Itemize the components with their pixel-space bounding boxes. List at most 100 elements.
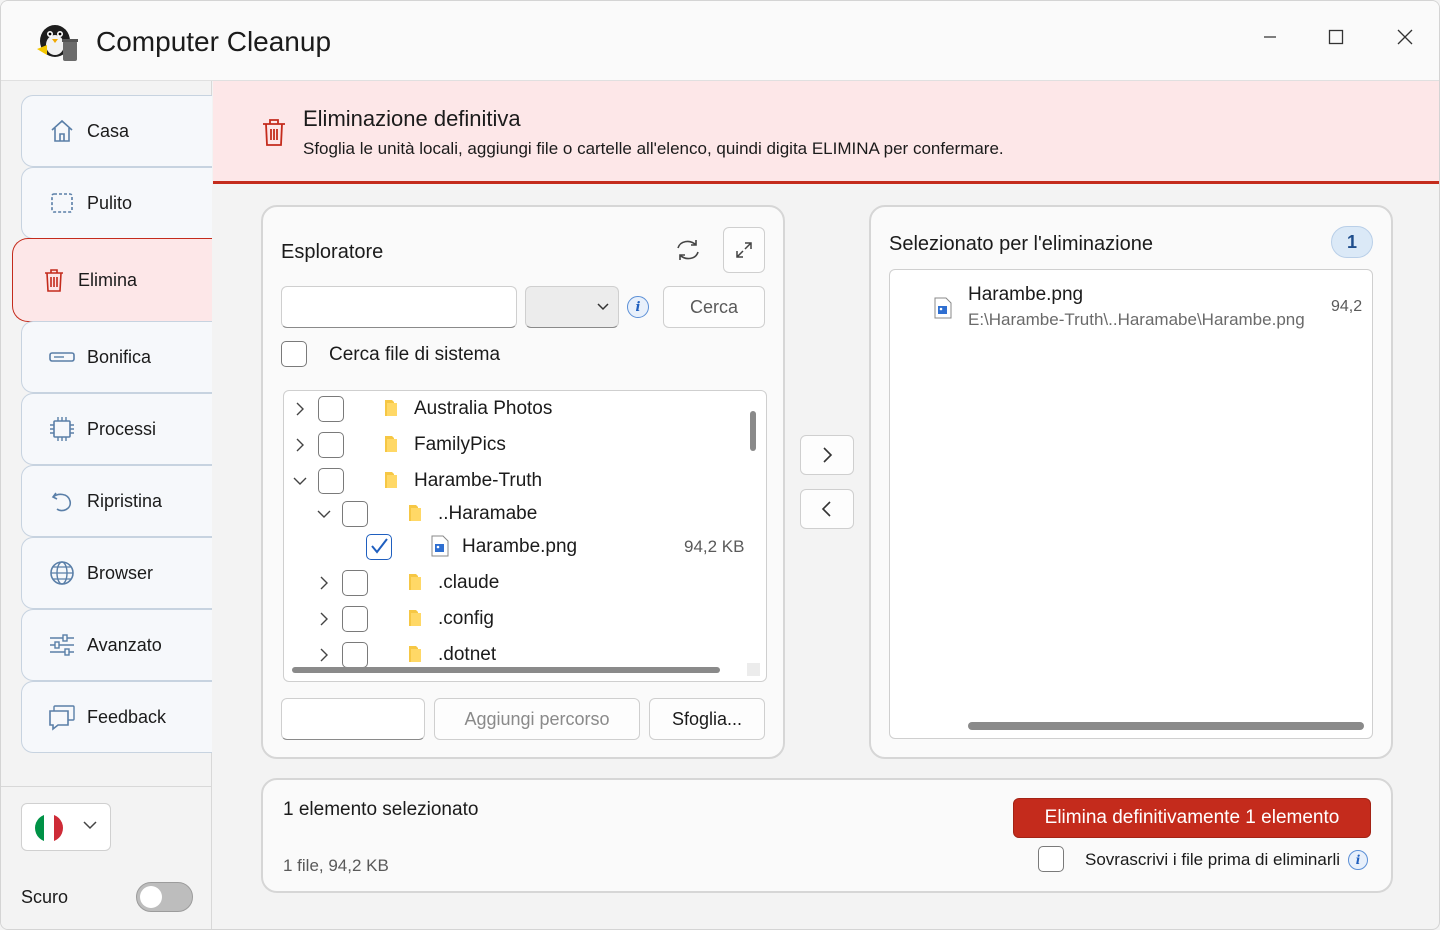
sliders-icon <box>50 634 74 656</box>
add-path-button[interactable]: Aggiungi percorso <box>434 698 640 740</box>
selected-title: Selezionato per l'eliminazione <box>889 233 1153 255</box>
image-file-icon <box>431 535 449 557</box>
remove-from-selection-button[interactable] <box>800 489 854 529</box>
drive-icon <box>49 352 75 362</box>
tree-label: Harambe.png <box>462 536 578 557</box>
sidebar-item-processi[interactable]: Processi <box>21 393 212 465</box>
page-subtitle: Sfoglia le unità locali, aggiungi file o… <box>303 139 1004 158</box>
drive-select[interactable] <box>525 286 619 328</box>
clean-icon <box>51 193 73 213</box>
dark-mode-toggle[interactable] <box>136 882 193 912</box>
selected-file-name: Harambe.png <box>968 284 1084 305</box>
tree-checkbox-checked[interactable] <box>366 534 392 560</box>
horizontal-scrollbar[interactable] <box>292 667 720 673</box>
sidebar-item-feedback[interactable]: Feedback <box>21 681 212 753</box>
info-icon[interactable]: i <box>627 296 649 318</box>
sidebar-item-label: Ripristina <box>87 490 163 511</box>
tree-checkbox[interactable] <box>318 432 344 458</box>
overwrite-checkbox[interactable] <box>1038 846 1064 872</box>
system-files-label: Cerca file di sistema <box>329 344 501 365</box>
tree-checkbox[interactable] <box>342 501 368 527</box>
folder-icon <box>385 436 397 452</box>
folder-icon <box>385 472 397 488</box>
image-file-icon <box>934 297 952 319</box>
refresh-icon <box>677 240 699 260</box>
chevron-right-icon[interactable] <box>292 401 308 417</box>
horizontal-scrollbar[interactable] <box>968 722 1364 730</box>
chevron-right-icon[interactable] <box>292 437 308 453</box>
list-item[interactable]: Harambe.png E:\Harambe-Truth\..Haramabe\… <box>890 280 1370 336</box>
chevron-down-icon[interactable] <box>316 506 332 522</box>
sidebar-item-casa[interactable]: Casa <box>21 95 212 167</box>
chip-icon <box>50 417 74 441</box>
tree-checkbox[interactable] <box>342 642 368 668</box>
sidebar-item-avanzato[interactable]: Avanzato <box>21 609 212 681</box>
permanent-delete-button[interactable]: Elimina definitivamente 1 elemento <box>1013 798 1371 838</box>
sidebar-item-label: Pulito <box>87 192 133 213</box>
sidebar-item-pulito[interactable]: Pulito <box>21 167 212 239</box>
chevron-down-icon <box>597 303 609 311</box>
chevron-right-icon[interactable] <box>316 611 332 627</box>
explorer-title: Esploratore <box>281 241 384 263</box>
info-icon[interactable]: i <box>1348 850 1368 870</box>
chevron-down-icon[interactable] <box>292 473 308 489</box>
minimize-button[interactable] <box>1247 19 1293 55</box>
chevron-down-icon <box>83 821 97 830</box>
minimize-icon <box>1264 36 1276 38</box>
chevron-right-icon[interactable] <box>316 575 332 591</box>
restore-icon <box>51 492 72 512</box>
sidebar-item-label: Bonifica <box>87 346 152 367</box>
tree-label: FamilyPics <box>414 434 506 455</box>
close-button[interactable] <box>1382 19 1428 55</box>
tree-checkbox[interactable] <box>342 570 368 596</box>
trash-icon <box>45 269 63 292</box>
tree-label: .claude <box>438 572 500 593</box>
sidebar-item-ripristina[interactable]: Ripristina <box>21 465 212 537</box>
file-tree: Australia Photos FamilyPics Harambe-Trut… <box>283 390 767 682</box>
checkmark-icon <box>371 538 388 554</box>
sidebar-item-browser[interactable]: Browser <box>21 537 212 609</box>
system-files-checkbox[interactable] <box>281 341 307 367</box>
tree-row[interactable]: .config <box>284 602 764 636</box>
vertical-scrollbar[interactable] <box>750 411 756 451</box>
folder-icon <box>409 505 421 521</box>
search-button[interactable]: Cerca <box>663 286 765 328</box>
feedback-icon <box>49 705 75 731</box>
maximize-button[interactable] <box>1313 19 1359 55</box>
tree-row[interactable]: Harambe-Truth <box>284 464 764 498</box>
browse-button[interactable]: Sfoglia... <box>649 698 765 740</box>
selected-panel: Selezionato per l'eliminazione 1 Harambe… <box>869 205 1393 759</box>
app-logo-icon <box>33 19 81 65</box>
tree-row[interactable]: FamilyPics <box>284 428 764 462</box>
sidebar-item-label: Avanzato <box>87 634 162 655</box>
tree-label: .config <box>438 608 494 629</box>
expand-button[interactable] <box>723 227 765 273</box>
chevron-right-icon <box>823 447 833 463</box>
tree-row[interactable]: Harambe.png 94,2 KB <box>284 530 764 564</box>
folder-icon <box>409 646 421 662</box>
tree-label: Australia Photos <box>414 398 553 419</box>
tree-row[interactable]: .claude <box>284 566 764 600</box>
tree-row[interactable]: ..Haramabe <box>284 497 764 531</box>
page-header-banner: Eliminazione definitiva Sfoglia le unità… <box>213 81 1439 184</box>
home-icon <box>51 119 73 142</box>
selected-list: Harambe.png E:\Harambe-Truth\..Haramabe\… <box>889 269 1373 739</box>
refresh-button[interactable] <box>665 227 711 273</box>
tree-checkbox[interactable] <box>318 396 344 422</box>
tree-checkbox[interactable] <box>342 606 368 632</box>
scroll-corner <box>747 663 760 676</box>
selection-summary: 1 elemento selezionato <box>283 799 479 820</box>
search-input[interactable] <box>281 286 517 328</box>
tree-checkbox[interactable] <box>318 468 344 494</box>
sidebar-item-label: Feedback <box>87 706 167 727</box>
chevron-right-icon[interactable] <box>316 647 332 663</box>
expand-icon <box>736 242 752 258</box>
path-input[interactable] <box>281 698 425 740</box>
language-select[interactable] <box>21 803 111 851</box>
sidebar-item-bonifica[interactable]: Bonifica <box>21 321 212 393</box>
add-to-selection-button[interactable] <box>800 435 854 475</box>
tree-label: .dotnet <box>438 644 497 665</box>
tree-row[interactable]: Australia Photos <box>284 392 764 426</box>
trash-icon <box>263 119 285 146</box>
sidebar-item-elimina[interactable]: Elimina <box>12 238 212 322</box>
